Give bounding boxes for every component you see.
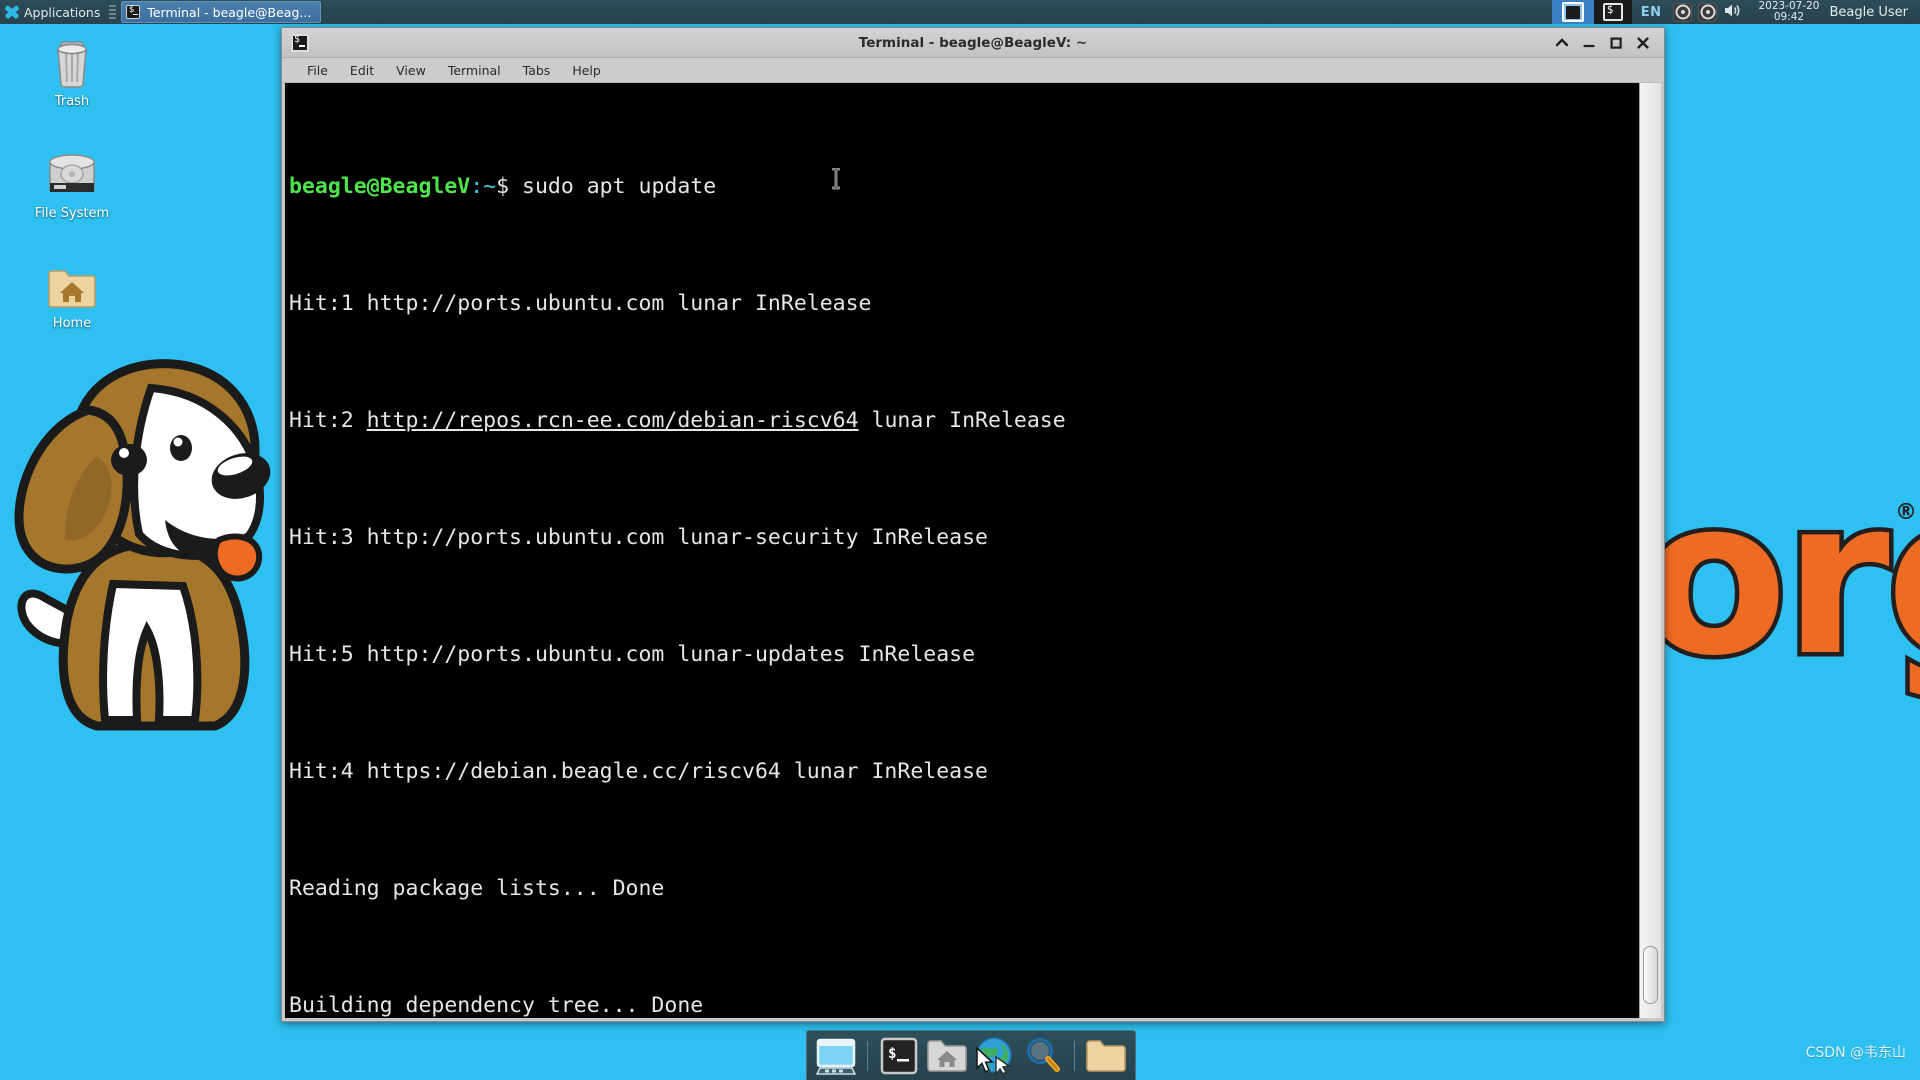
top-panel: Applications Terminal - beagle@Beag... E…	[0, 0, 1920, 24]
desktop-icon-filesystem[interactable]: File System	[20, 150, 124, 221]
applications-menu-label: Applications	[24, 4, 101, 20]
workspace-switcher[interactable]	[1551, 0, 1594, 24]
prompt-path: :~	[470, 174, 497, 199]
terminal-line: Hit:3 http://ports.ubuntu.com lunar-secu…	[289, 525, 988, 550]
xfce-logo-icon	[5, 5, 19, 19]
terminal-line: beagle@BeagleV:~$ sudo apt update	[289, 167, 1639, 206]
terminal-window: Terminal - beagle@BeagleV: ~ File Edit V…	[281, 27, 1665, 1022]
menu-item-file[interactable]: File	[296, 58, 339, 83]
terminal-icon: $	[880, 1037, 918, 1074]
desktop-icon-home[interactable]: Home	[20, 264, 124, 331]
terminal-icon	[126, 5, 141, 19]
bottom-dock: $	[806, 1030, 1136, 1080]
folder-icon	[1086, 1039, 1126, 1072]
filesystem-icon	[49, 154, 95, 192]
panel-separator	[109, 5, 117, 19]
taskbar-item-terminal[interactable]: Terminal - beagle@Beag...	[121, 1, 322, 23]
desktop-icon-label: File System	[34, 206, 110, 221]
terminal-scrollbar[interactable]	[1639, 83, 1661, 1018]
terminal-line: Hit:5 http://ports.ubuntu.com lunar-upda…	[289, 642, 976, 667]
clock-time: 09:42	[1773, 11, 1805, 23]
terminal-output[interactable]: beagle@BeagleV:~$ sudo apt update Hit:1 …	[285, 83, 1639, 1018]
wallpaper-logo-text: org	[1636, 452, 1920, 703]
terminal-line: Hit:1 http://ports.ubuntu.com lunar InRe…	[289, 291, 872, 316]
terminal-link[interactable]: http://repos.rcn-ee.com/debian-riscv64	[367, 408, 859, 433]
desktop-icon-label: Home	[52, 316, 92, 331]
desktop-icon-label: Trash	[54, 94, 90, 109]
menu-item-view[interactable]: View	[385, 58, 437, 83]
terminal-titlebar[interactable]: Terminal - beagle@BeagleV: ~	[282, 28, 1664, 58]
trash-icon	[57, 41, 87, 88]
menu-item-edit[interactable]: Edit	[339, 58, 385, 83]
window-controls	[1548, 30, 1664, 56]
dock-item-show-desktop[interactable]	[815, 1035, 857, 1077]
wallpaper-registered-mark: ®	[1895, 500, 1917, 525]
terminal-line: Building dependency tree... Done	[289, 993, 704, 1018]
menu-item-terminal[interactable]: Terminal	[437, 58, 512, 83]
terminal-title: Terminal - beagle@BeagleV: ~	[858, 34, 1088, 51]
home-folder-icon	[48, 270, 96, 308]
dock-item-folder[interactable]	[1085, 1035, 1127, 1077]
show-desktop-button[interactable]	[1593, 0, 1632, 24]
desktop-screen: org ®	[0, 0, 1920, 1080]
show-desktop-icon	[815, 1038, 857, 1075]
maximize-button[interactable]	[1602, 30, 1629, 56]
watermark: CSDN @韦东山	[1805, 1045, 1906, 1061]
shade-button[interactable]	[1548, 30, 1575, 56]
scrollbar-thumb[interactable]	[1643, 946, 1658, 1004]
terminal-line: Hit:2 http://repos.rcn-ee.com/debian-ris…	[289, 401, 1639, 440]
terminal-line: Reading package lists... Done	[289, 876, 665, 901]
terminal-line-pre: Hit:2	[289, 408, 367, 433]
beagle-mascot-icon	[14, 359, 271, 731]
minimize-button[interactable]	[1575, 30, 1602, 56]
prompt-user-host: beagle@BeagleV	[289, 174, 471, 199]
terminal-line-post: lunar InRelease	[858, 408, 1066, 433]
prompt-sigil: $	[496, 174, 510, 199]
dock-item-terminal[interactable]: $	[878, 1035, 920, 1077]
dock-item-file-manager[interactable]	[926, 1035, 968, 1077]
clock[interactable]: 2023-07-20 09:42	[1758, 1, 1819, 23]
dock-item-app-finder[interactable]	[1022, 1035, 1064, 1077]
file-manager-icon	[927, 1039, 967, 1072]
panel-tray: EN 2023-07-20 09:42 Beagle User	[1551, 0, 1920, 24]
svg-text:$: $	[888, 1046, 896, 1062]
search-icon	[1027, 1037, 1060, 1072]
terminal-body: beagle@BeagleV:~$ sudo apt update Hit:1 …	[282, 83, 1664, 1021]
network-manager-icon[interactable]	[1673, 2, 1693, 22]
dock-separator	[1074, 1040, 1075, 1071]
text-ibeam-pointer-icon	[832, 168, 840, 190]
desktop-icon-trash[interactable]: Trash	[20, 36, 124, 109]
close-button[interactable]	[1629, 30, 1656, 56]
terminal-command: sudo apt update	[522, 174, 717, 199]
taskbar-item-label: Terminal - beagle@Beag...	[147, 4, 312, 20]
terminal-icon	[291, 33, 309, 52]
volume-icon[interactable]	[1724, 3, 1741, 21]
dock-separator	[867, 1040, 868, 1071]
keyboard-layout-indicator[interactable]: EN	[1641, 5, 1662, 20]
terminal-line: Hit:4 https://debian.beagle.cc/riscv64 l…	[289, 759, 988, 784]
menu-item-help[interactable]: Help	[561, 58, 612, 83]
user-menu-label[interactable]: Beagle User	[1829, 5, 1908, 20]
menu-item-tabs[interactable]: Tabs	[512, 58, 562, 83]
mouse-pointer-icon	[976, 1047, 994, 1074]
applications-menu-button[interactable]: Applications	[0, 0, 106, 24]
terminal-menubar: File Edit View Terminal Tabs Help	[282, 58, 1664, 83]
wireless-icon[interactable]	[1698, 2, 1718, 22]
